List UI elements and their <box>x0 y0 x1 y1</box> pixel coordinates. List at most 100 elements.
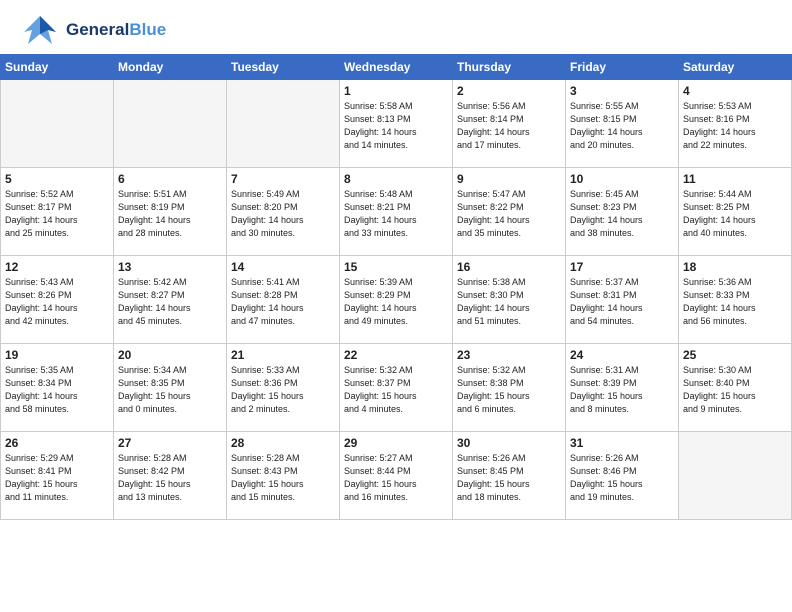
day-number: 30 <box>457 436 561 450</box>
day-number: 13 <box>118 260 222 274</box>
day-number: 31 <box>570 436 674 450</box>
calendar-cell: 18 Sunrise: 5:36 AM Sunset: 8:33 PM Dayli… <box>679 256 792 344</box>
calendar-cell <box>114 80 227 168</box>
weekday-header-thursday: Thursday <box>453 55 566 80</box>
calendar-week-4: 19 Sunrise: 5:35 AM Sunset: 8:34 PM Dayli… <box>1 344 792 432</box>
day-info: Sunrise: 5:28 AM Sunset: 8:42 PM Dayligh… <box>118 452 222 504</box>
calendar-cell: 24 Sunrise: 5:31 AM Sunset: 8:39 PM Dayli… <box>566 344 679 432</box>
day-info: Sunrise: 5:31 AM Sunset: 8:39 PM Dayligh… <box>570 364 674 416</box>
calendar-cell: 13 Sunrise: 5:42 AM Sunset: 8:27 PM Dayli… <box>114 256 227 344</box>
day-number: 21 <box>231 348 335 362</box>
day-info: Sunrise: 5:36 AM Sunset: 8:33 PM Dayligh… <box>683 276 787 328</box>
calendar-cell: 17 Sunrise: 5:37 AM Sunset: 8:31 PM Dayli… <box>566 256 679 344</box>
day-info: Sunrise: 5:43 AM Sunset: 8:26 PM Dayligh… <box>5 276 109 328</box>
day-number: 4 <box>683 84 787 98</box>
day-info: Sunrise: 5:42 AM Sunset: 8:27 PM Dayligh… <box>118 276 222 328</box>
day-info: Sunrise: 5:41 AM Sunset: 8:28 PM Dayligh… <box>231 276 335 328</box>
day-number: 28 <box>231 436 335 450</box>
day-info: Sunrise: 5:34 AM Sunset: 8:35 PM Dayligh… <box>118 364 222 416</box>
calendar-cell: 23 Sunrise: 5:32 AM Sunset: 8:38 PM Dayli… <box>453 344 566 432</box>
day-number: 12 <box>5 260 109 274</box>
calendar-cell: 14 Sunrise: 5:41 AM Sunset: 8:28 PM Dayli… <box>227 256 340 344</box>
day-info: Sunrise: 5:35 AM Sunset: 8:34 PM Dayligh… <box>5 364 109 416</box>
calendar-cell: 1 Sunrise: 5:58 AM Sunset: 8:13 PM Daylig… <box>340 80 453 168</box>
day-number: 20 <box>118 348 222 362</box>
calendar-cell: 7Sunrise: 5:49 AM Sunset: 8:20 PM Daylig… <box>227 168 340 256</box>
day-number: 25 <box>683 348 787 362</box>
day-info: Sunrise: 5:44 AM Sunset: 8:25 PM Dayligh… <box>683 188 787 240</box>
calendar-week-1: 1 Sunrise: 5:58 AM Sunset: 8:13 PM Daylig… <box>1 80 792 168</box>
day-number: 8 <box>344 172 448 186</box>
day-number: 7 <box>231 172 335 186</box>
day-info: Sunrise: 5:38 AM Sunset: 8:30 PM Dayligh… <box>457 276 561 328</box>
logo-text: GeneralBlue <box>66 21 166 40</box>
calendar-cell: 11 Sunrise: 5:44 AM Sunset: 8:25 PM Dayli… <box>679 168 792 256</box>
weekday-header-saturday: Saturday <box>679 55 792 80</box>
day-info: Sunrise: 5:29 AM Sunset: 8:41 PM Dayligh… <box>5 452 109 504</box>
day-info: Sunrise: 5:55 AM Sunset: 8:15 PM Dayligh… <box>570 100 674 152</box>
calendar-week-2: 5Sunrise: 5:52 AM Sunset: 8:17 PM Daylig… <box>1 168 792 256</box>
day-info: Sunrise: 5:56 AM Sunset: 8:14 PM Dayligh… <box>457 100 561 152</box>
calendar-header-row: SundayMondayTuesdayWednesdayThursdayFrid… <box>1 55 792 80</box>
day-info: Sunrise: 5:26 AM Sunset: 8:45 PM Dayligh… <box>457 452 561 504</box>
calendar-cell: 29Sunrise: 5:27 AM Sunset: 8:44 PM Dayli… <box>340 432 453 520</box>
calendar-cell: 19 Sunrise: 5:35 AM Sunset: 8:34 PM Dayli… <box>1 344 114 432</box>
day-number: 23 <box>457 348 561 362</box>
day-number: 5 <box>5 172 109 186</box>
weekday-header-wednesday: Wednesday <box>340 55 453 80</box>
calendar-cell <box>679 432 792 520</box>
calendar-cell: 31 Sunrise: 5:26 AM Sunset: 8:46 PM Dayli… <box>566 432 679 520</box>
weekday-header-friday: Friday <box>566 55 679 80</box>
calendar-cell: 9 Sunrise: 5:47 AM Sunset: 8:22 PM Daylig… <box>453 168 566 256</box>
day-info: Sunrise: 5:47 AM Sunset: 8:22 PM Dayligh… <box>457 188 561 240</box>
day-number: 18 <box>683 260 787 274</box>
logo: GeneralBlue <box>18 12 166 48</box>
day-info: Sunrise: 5:53 AM Sunset: 8:16 PM Dayligh… <box>683 100 787 152</box>
day-number: 22 <box>344 348 448 362</box>
day-number: 17 <box>570 260 674 274</box>
day-number: 24 <box>570 348 674 362</box>
day-info: Sunrise: 5:48 AM Sunset: 8:21 PM Dayligh… <box>344 188 448 240</box>
calendar-cell: 27 Sunrise: 5:28 AM Sunset: 8:42 PM Dayli… <box>114 432 227 520</box>
calendar-cell: 15 Sunrise: 5:39 AM Sunset: 8:29 PM Dayli… <box>340 256 453 344</box>
calendar-cell: 25 Sunrise: 5:30 AM Sunset: 8:40 PM Dayli… <box>679 344 792 432</box>
calendar-cell: 4 Sunrise: 5:53 AM Sunset: 8:16 PM Daylig… <box>679 80 792 168</box>
day-number: 6 <box>118 172 222 186</box>
calendar-week-5: 26Sunrise: 5:29 AM Sunset: 8:41 PM Dayli… <box>1 432 792 520</box>
day-info: Sunrise: 5:45 AM Sunset: 8:23 PM Dayligh… <box>570 188 674 240</box>
day-number: 14 <box>231 260 335 274</box>
day-number: 11 <box>683 172 787 186</box>
day-info: Sunrise: 5:51 AM Sunset: 8:19 PM Dayligh… <box>118 188 222 240</box>
day-number: 3 <box>570 84 674 98</box>
calendar-cell: 6 Sunrise: 5:51 AM Sunset: 8:19 PM Daylig… <box>114 168 227 256</box>
day-number: 27 <box>118 436 222 450</box>
day-number: 19 <box>5 348 109 362</box>
calendar-cell: 21Sunrise: 5:33 AM Sunset: 8:36 PM Dayli… <box>227 344 340 432</box>
calendar-cell: 30 Sunrise: 5:26 AM Sunset: 8:45 PM Dayli… <box>453 432 566 520</box>
calendar-cell: 10 Sunrise: 5:45 AM Sunset: 8:23 PM Dayli… <box>566 168 679 256</box>
day-info: Sunrise: 5:39 AM Sunset: 8:29 PM Dayligh… <box>344 276 448 328</box>
day-number: 1 <box>344 84 448 98</box>
day-number: 10 <box>570 172 674 186</box>
day-info: Sunrise: 5:58 AM Sunset: 8:13 PM Dayligh… <box>344 100 448 152</box>
day-number: 15 <box>344 260 448 274</box>
weekday-header-sunday: Sunday <box>1 55 114 80</box>
day-info: Sunrise: 5:28 AM Sunset: 8:43 PM Dayligh… <box>231 452 335 504</box>
day-info: Sunrise: 5:37 AM Sunset: 8:31 PM Dayligh… <box>570 276 674 328</box>
calendar-cell: 5Sunrise: 5:52 AM Sunset: 8:17 PM Daylig… <box>1 168 114 256</box>
calendar-cell: 16 Sunrise: 5:38 AM Sunset: 8:30 PM Dayli… <box>453 256 566 344</box>
day-info: Sunrise: 5:26 AM Sunset: 8:46 PM Dayligh… <box>570 452 674 504</box>
calendar-cell: 3 Sunrise: 5:55 AM Sunset: 8:15 PM Daylig… <box>566 80 679 168</box>
day-number: 16 <box>457 260 561 274</box>
calendar-week-3: 12 Sunrise: 5:43 AM Sunset: 8:26 PM Dayli… <box>1 256 792 344</box>
day-number: 2 <box>457 84 561 98</box>
calendar-cell: 26Sunrise: 5:29 AM Sunset: 8:41 PM Dayli… <box>1 432 114 520</box>
day-number: 9 <box>457 172 561 186</box>
weekday-header-tuesday: Tuesday <box>227 55 340 80</box>
calendar-cell: 8 Sunrise: 5:48 AM Sunset: 8:21 PM Daylig… <box>340 168 453 256</box>
day-info: Sunrise: 5:32 AM Sunset: 8:38 PM Dayligh… <box>457 364 561 416</box>
day-info: Sunrise: 5:30 AM Sunset: 8:40 PM Dayligh… <box>683 364 787 416</box>
calendar-cell <box>227 80 340 168</box>
calendar-cell: 20 Sunrise: 5:34 AM Sunset: 8:35 PM Dayli… <box>114 344 227 432</box>
day-info: Sunrise: 5:32 AM Sunset: 8:37 PM Dayligh… <box>344 364 448 416</box>
